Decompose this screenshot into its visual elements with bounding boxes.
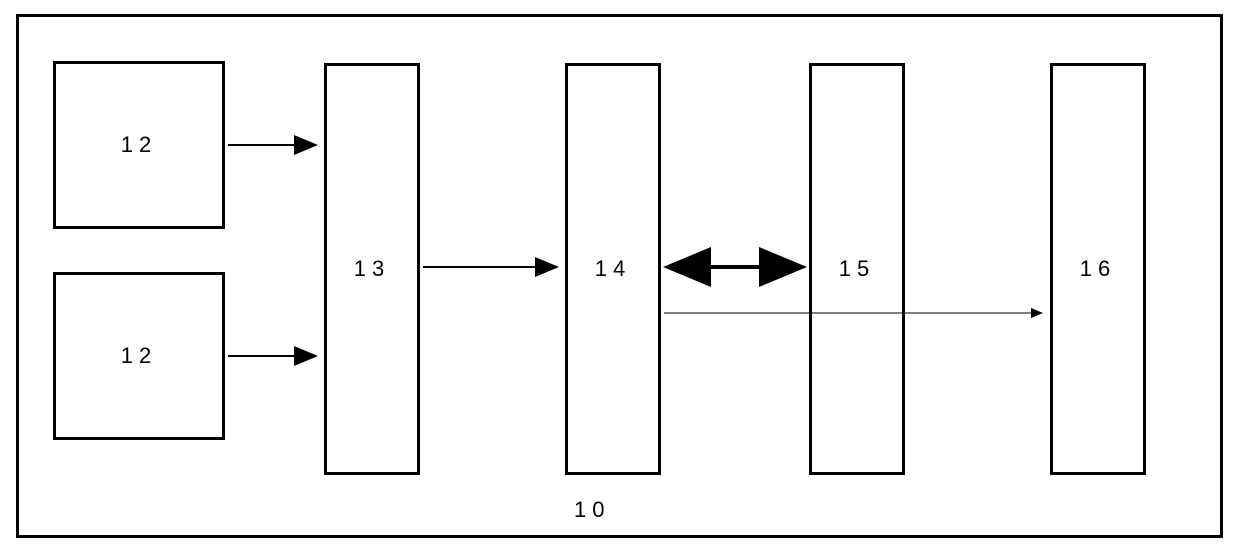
container-label: 10: [574, 497, 610, 523]
block-14: 14: [565, 63, 661, 475]
block-12b: 12: [53, 272, 225, 440]
block-13-label: 13: [354, 256, 390, 282]
block-15: 15: [809, 63, 905, 475]
container-outer: 12 12 13 14 15 16 10: [16, 14, 1223, 538]
block-15-label: 15: [839, 256, 875, 282]
block-14-label: 14: [595, 256, 631, 282]
block-16: 16: [1050, 63, 1146, 475]
block-12a-label: 12: [121, 132, 157, 158]
block-16-label: 16: [1080, 256, 1116, 282]
block-13: 13: [324, 63, 420, 475]
block-12b-label: 12: [121, 343, 157, 369]
block-12a: 12: [53, 61, 225, 229]
